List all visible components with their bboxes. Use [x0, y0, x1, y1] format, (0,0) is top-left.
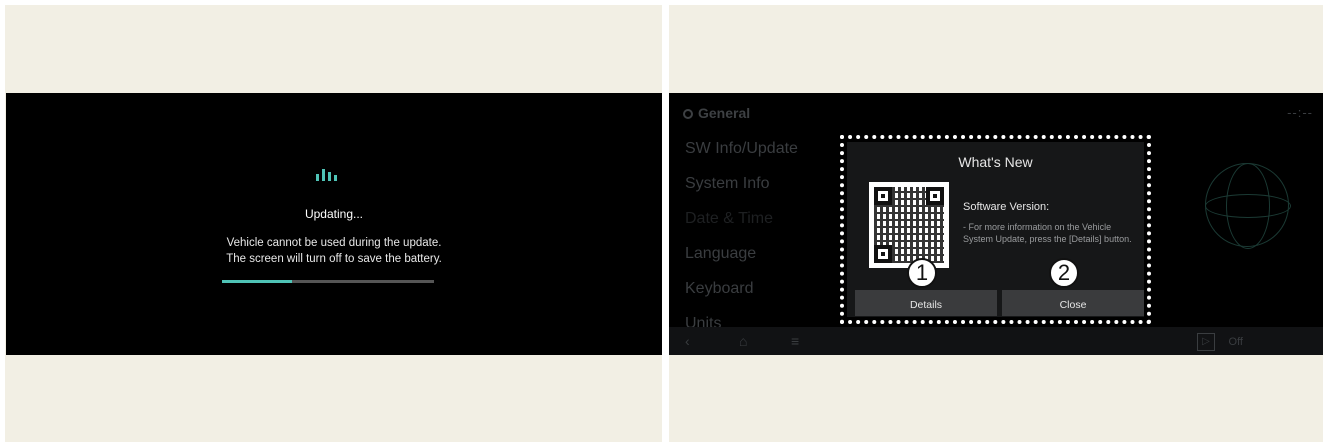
media-label: Off — [1228, 336, 1243, 348]
right-panel: General --:-- SW Info/Update System Info… — [669, 5, 1323, 442]
settings-header: General — [683, 105, 750, 121]
settings-title: General — [698, 105, 751, 121]
close-button[interactable]: Close — [1002, 290, 1144, 316]
dialog-title: What's New — [958, 154, 1033, 170]
menu-item-keyboard[interactable]: Keyboard — [685, 279, 798, 314]
dialog-description: - For more information on the Vehicle Sy… — [963, 222, 1132, 244]
software-version-label: Software Version: — [963, 201, 1050, 213]
updating-title: Updating... — [304, 207, 364, 221]
home-icon[interactable]: ⌂ — [739, 333, 747, 349]
update-message-line2: The screen will turn off to save the bat… — [226, 253, 442, 265]
whats-new-dialog: What's New Software Version: - For more … — [847, 142, 1144, 317]
qr-code — [869, 182, 949, 268]
progress-fill — [222, 280, 292, 283]
menu-item-system-info[interactable]: System Info — [685, 174, 798, 209]
menu-item-sw-info[interactable]: SW Info/Update — [685, 139, 798, 174]
callout-badge-1: 1 — [907, 258, 937, 288]
update-message-line1: Vehicle cannot be used during the update… — [226, 237, 442, 249]
menu-item-language[interactable]: Language — [685, 244, 798, 279]
back-icon[interactable]: ‹ — [685, 333, 690, 349]
settings-menu: SW Info/Update System Info Date & Time L… — [685, 139, 798, 349]
media-play-icon[interactable]: ▷ — [1197, 333, 1215, 351]
menu-icon[interactable]: ≡ — [791, 333, 799, 349]
globe-icon — [1205, 163, 1291, 249]
menu-item-date-time[interactable]: Date & Time — [685, 209, 798, 244]
update-message: Vehicle cannot be used during the update… — [6, 235, 662, 267]
clock: --:-- — [1287, 105, 1313, 120]
update-screen: Updating... Vehicle cannot be used durin… — [6, 93, 662, 355]
callout-badge-2: 2 — [1049, 258, 1079, 288]
details-button[interactable]: Details — [855, 290, 997, 316]
dialog-highlight: What's New Software Version: - For more … — [840, 135, 1151, 324]
update-icon — [316, 169, 338, 181]
settings-screen: General --:-- SW Info/Update System Info… — [669, 93, 1323, 355]
progress-bar — [222, 280, 434, 283]
left-panel: Updating... Vehicle cannot be used durin… — [5, 5, 662, 442]
bottom-bar: ‹ ⌂ ≡ ▷ Off — [669, 327, 1323, 355]
search-icon[interactable] — [683, 109, 693, 119]
